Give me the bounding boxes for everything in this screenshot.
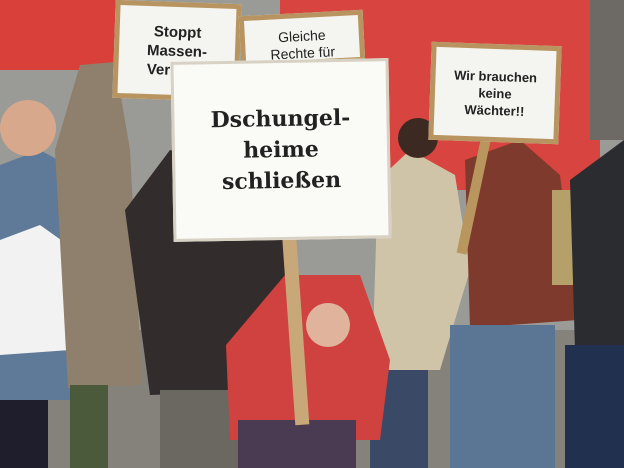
sign-gleiche-text: Gleiche Rechte für [270, 26, 336, 63]
sign-main-text: Dschungel- heime schließen [210, 104, 351, 195]
building-right [590, 0, 624, 140]
sign-keine-waechter: Wir brauchen keine Wächter!! [428, 41, 562, 145]
person-plaid-head [0, 100, 56, 156]
person-plaid-legs [0, 400, 48, 468]
person-dark-legs [160, 390, 240, 468]
person-brown-legs [450, 325, 555, 468]
child-pants [238, 420, 356, 468]
sign-dschungelheime: Dschungel- heime schließen [170, 58, 392, 242]
person-right-legs [565, 345, 624, 468]
person-hooded-legs [70, 385, 108, 468]
sign-waechter-text: Wir brauchen keine Wächter!! [453, 67, 538, 119]
child-face [306, 303, 350, 347]
red-banner-left [0, 0, 120, 70]
